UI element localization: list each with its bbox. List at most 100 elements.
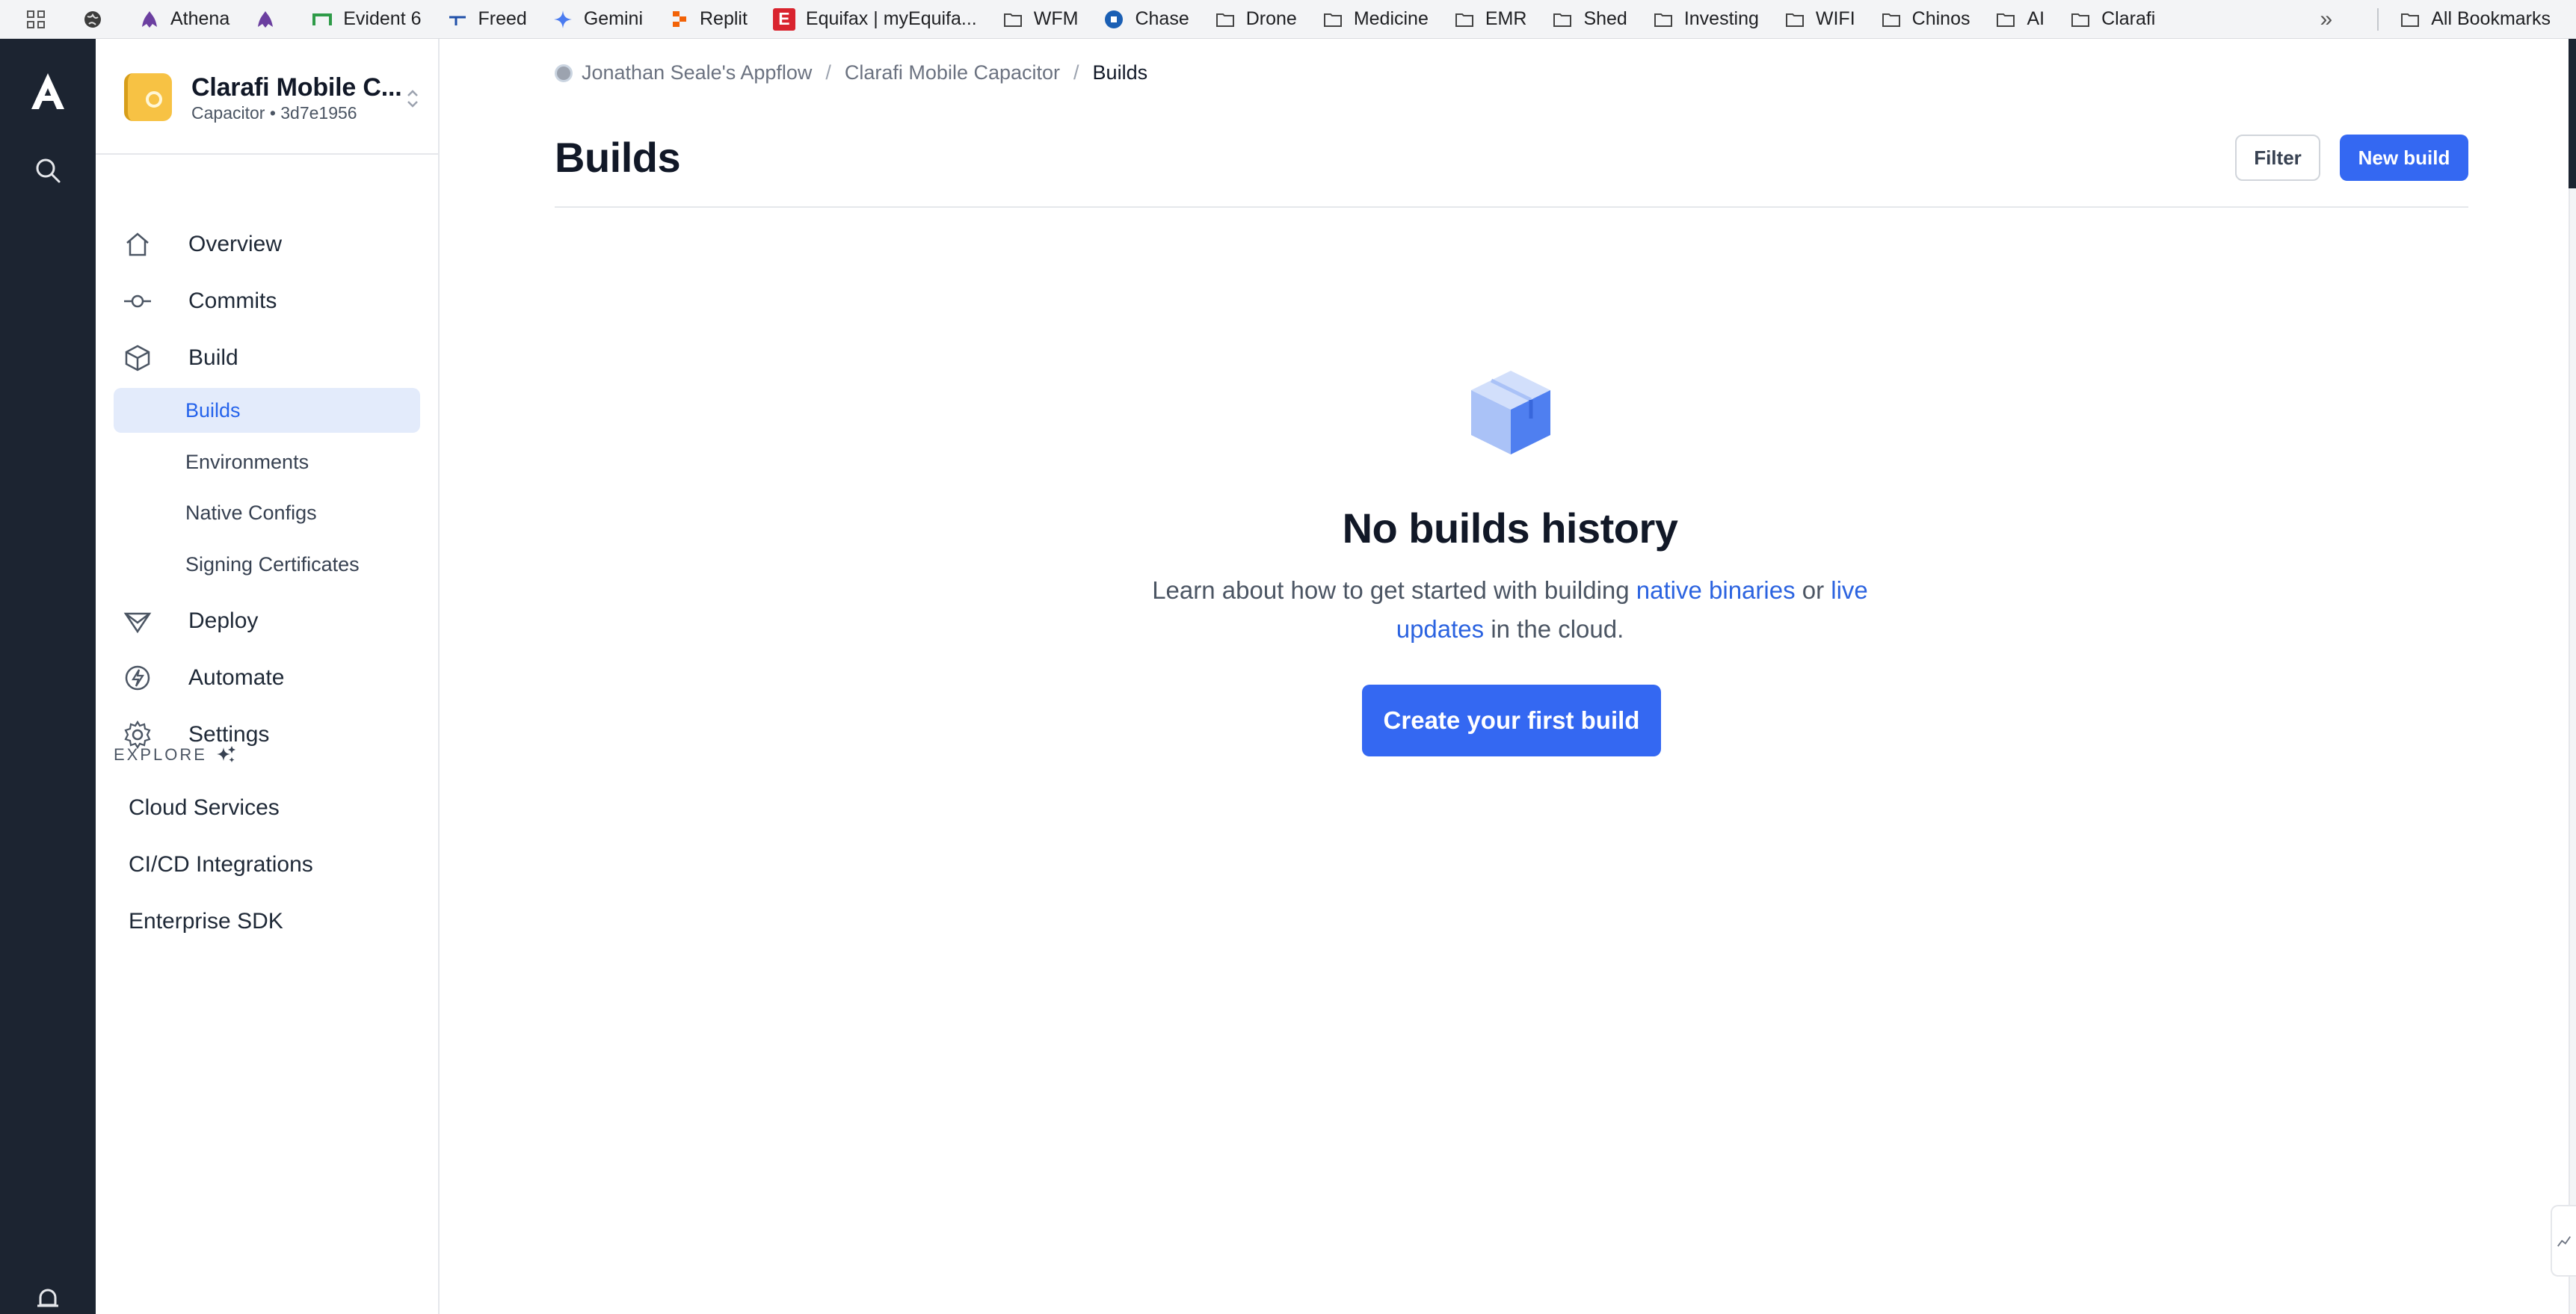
- bookmark-label: WFM: [1033, 8, 1079, 29]
- double-chevron-icon: »: [2320, 6, 2333, 31]
- create-first-build-button[interactable]: Create your first build: [1362, 685, 1661, 756]
- breadcrumb-separator: /: [825, 61, 831, 84]
- breadcrumb-org-link[interactable]: Jonathan Seale's Appflow: [582, 61, 812, 84]
- bookmark-label: Freed: [478, 8, 527, 29]
- bookmark-folder-ai[interactable]: AI: [1995, 8, 2045, 30]
- sidebar-subitem-signing-certificates[interactable]: Signing Certificates: [114, 542, 420, 587]
- sidebar-subitem-builds[interactable]: Builds: [114, 388, 420, 433]
- gemini-icon: [552, 9, 573, 30]
- package-box-icon: [1467, 366, 1555, 457]
- empty-state-description: Learn about how to get started with buil…: [1121, 571, 1899, 649]
- chase-icon: [1103, 9, 1124, 30]
- bookmark-freed[interactable]: Freed: [447, 8, 527, 30]
- bookmark-replit[interactable]: Replit: [668, 8, 748, 30]
- sidebar-item-deploy[interactable]: Deploy: [123, 599, 422, 644]
- bookmark-folder-emr[interactable]: EMR: [1454, 8, 1526, 30]
- sidebar-item-label: Deploy: [188, 608, 259, 633]
- bookmark-folder-chinos[interactable]: Chinos: [1881, 8, 1970, 30]
- sidebar-subitem-native-configs[interactable]: Native Configs: [114, 490, 420, 535]
- explore-item-enterprise-sdk[interactable]: Enterprise SDK: [129, 909, 283, 934]
- folder-icon: [1995, 9, 2016, 30]
- bookmark-label: Investing: [1683, 8, 1759, 29]
- bookmark-folder-wfm[interactable]: WFM: [1002, 8, 1079, 30]
- bookmark-athena-2[interactable]: [255, 9, 286, 30]
- folder-icon: [1881, 9, 1902, 30]
- bookmark-label: Shed: [1583, 8, 1627, 29]
- breadcrumb: Jonathan Seale's Appflow / Clarafi Mobil…: [555, 61, 1147, 84]
- bookmark-evident[interactable]: Evident 6: [312, 8, 422, 30]
- bookmark-chase[interactable]: Chase: [1103, 8, 1189, 30]
- bookmark-label: Athena: [170, 8, 230, 29]
- bookmark-label: Replit: [700, 8, 748, 29]
- empty-state-text: or: [1795, 576, 1831, 604]
- folder-icon: [1002, 9, 1023, 30]
- bookmark-folder-wifi[interactable]: WIFI: [1784, 8, 1855, 30]
- sidebar-subitem-label: Environments: [185, 450, 309, 473]
- bookmark-label: Clarafi: [2101, 8, 2156, 29]
- sidebar-item-automate[interactable]: Automate: [123, 656, 422, 700]
- apps-grid-icon: [25, 9, 46, 30]
- breadcrumb-separator: /: [1073, 61, 1079, 84]
- folder-icon: [2400, 9, 2421, 30]
- appflow-logo-icon[interactable]: [27, 70, 69, 112]
- explore-heading: EXPLORE: [114, 744, 237, 765]
- project-subtitle: Capacitor • 3d7e1956: [191, 103, 357, 123]
- folder-icon: [1653, 9, 1674, 30]
- sparkle-icon: [216, 746, 235, 762]
- sidebar-item-build[interactable]: Build: [123, 336, 422, 380]
- automate-icon: [123, 663, 152, 693]
- bookmark-folder-shed[interactable]: Shed: [1552, 8, 1627, 30]
- chevron-up-down-icon[interactable]: [404, 85, 422, 112]
- bookmark-folder-medicine[interactable]: Medicine: [1322, 8, 1429, 30]
- breadcrumb-current: Builds: [1092, 61, 1148, 84]
- all-bookmarks-label: All Bookmarks: [2431, 8, 2551, 29]
- breadcrumb-app-link[interactable]: Clarafi Mobile Capacitor: [845, 61, 1060, 84]
- bookmark-label: AI: [2027, 8, 2045, 29]
- sidebar-item-label: Overview: [188, 232, 283, 256]
- all-bookmarks-button[interactable]: All Bookmarks: [2400, 8, 2551, 30]
- sidebar-item-commits[interactable]: Commits: [123, 279, 422, 324]
- project-switcher[interactable]: Clarafi Mobile C... Capacitor • 3d7e1956: [96, 39, 438, 155]
- search-icon[interactable]: [33, 155, 63, 185]
- sidebar-subitem-environments[interactable]: Environments: [114, 439, 420, 484]
- athena-icon: [255, 9, 276, 30]
- bookmark-gemini[interactable]: Gemini: [552, 8, 643, 30]
- home-icon: [123, 229, 152, 259]
- commit-icon: [123, 286, 152, 316]
- bookmark-folder-clarafi[interactable]: Clarafi: [2070, 8, 2155, 30]
- apps-button[interactable]: [25, 9, 57, 30]
- bell-icon[interactable]: [34, 1286, 61, 1313]
- bookmark-folder-investing[interactable]: Investing: [1653, 8, 1759, 30]
- bookmark-label: Chinos: [1911, 8, 1970, 29]
- sidebar-item-overview[interactable]: Overview: [123, 222, 422, 267]
- explore-item-cloud-services[interactable]: Cloud Services: [129, 795, 280, 821]
- sidebar-item-label: Commits: [188, 289, 277, 313]
- folder-icon: [1784, 9, 1805, 30]
- bookmark-globe[interactable]: [82, 9, 114, 30]
- title-divider: [555, 206, 2468, 208]
- chart-line-icon: [2557, 1236, 2572, 1247]
- folder-icon: [1322, 9, 1343, 30]
- filter-button[interactable]: Filter: [2235, 135, 2320, 181]
- native-binaries-link[interactable]: native binaries: [1636, 576, 1796, 604]
- equifax-icon: E: [772, 7, 795, 31]
- bookmarks-overflow-button[interactable]: »: [2320, 7, 2333, 32]
- bookmark-label: Evident 6: [343, 8, 422, 29]
- project-avatar: [124, 73, 172, 121]
- new-build-button[interactable]: New build: [2340, 135, 2468, 181]
- cube-icon: [123, 343, 152, 373]
- bookmarks-divider: [2377, 7, 2379, 31]
- explore-item-cicd-integrations[interactable]: CI/CD Integrations: [129, 852, 313, 877]
- helper-tab[interactable]: [2551, 1205, 2576, 1277]
- bookmark-equifax[interactable]: E Equifax | myEquifa...: [772, 7, 977, 31]
- window-edge-accent: [2569, 39, 2576, 188]
- bookmark-athena[interactable]: Athena: [139, 8, 229, 30]
- folder-icon: [2070, 9, 2091, 30]
- sidebar-item-label: Build: [188, 345, 238, 370]
- bookmark-folder-drone[interactable]: Drone: [1215, 8, 1297, 30]
- project-name: Clarafi Mobile C...: [191, 73, 402, 102]
- globe-icon: [82, 9, 103, 30]
- sidebar-subitem-label: Native Configs: [185, 501, 317, 524]
- sidebar: Clarafi Mobile C... Capacitor • 3d7e1956…: [96, 39, 440, 1314]
- evident-icon: [312, 9, 333, 30]
